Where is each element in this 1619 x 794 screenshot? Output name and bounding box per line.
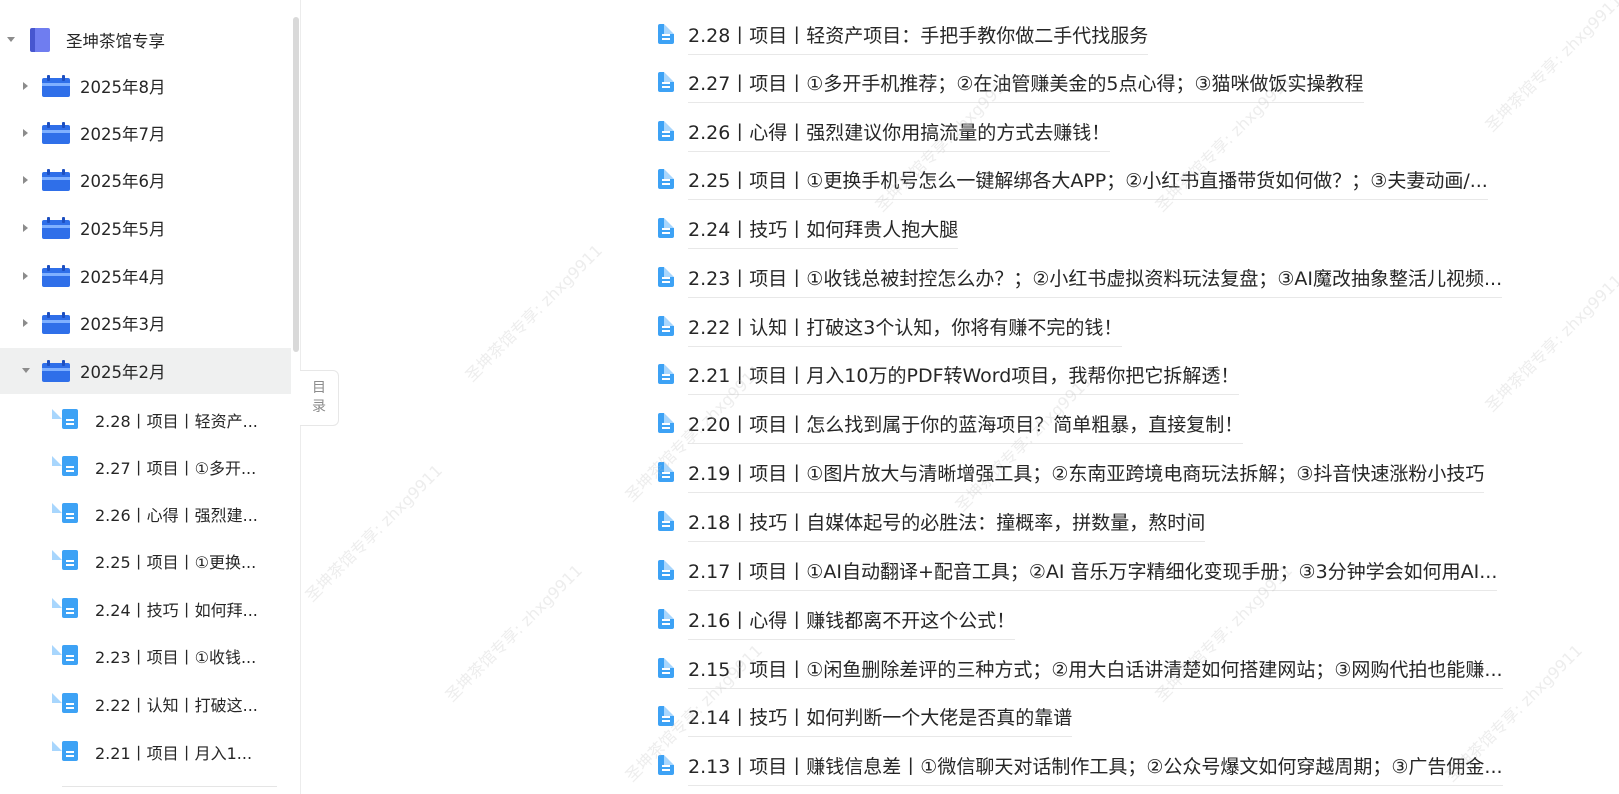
tree-month-label: 2025年4月 xyxy=(80,268,166,287)
tree-root[interactable]: 圣坤茶馆专享 xyxy=(0,17,291,63)
article-title[interactable]: 2.20丨项目丨怎么找到属于你的蓝海项目？简单粗暴，直接复制！ xyxy=(688,410,1244,444)
document-icon xyxy=(658,560,674,580)
article-title[interactable]: 2.15丨项目丨①闲鱼删除差评的三种方式；②用大白话讲清楚如何搭建网站；③网购代… xyxy=(688,655,1503,689)
caret-down-icon[interactable] xyxy=(22,368,30,373)
caret-right-icon[interactable] xyxy=(23,319,28,327)
tree-month-label: 2025年8月 xyxy=(80,78,166,97)
document-icon xyxy=(658,72,674,92)
tree-doc-label: 2.28丨项目丨轻资产... xyxy=(95,412,258,431)
article-title[interactable]: 2.13丨项目丨赚钱信息差丨①微信聊天对话制作工具；②公众号爆文如何穿越周期；③… xyxy=(688,752,1503,786)
tree-month-item[interactable]: 2025年4月 xyxy=(0,253,291,299)
tree-month-item[interactable]: 2025年3月 xyxy=(0,300,291,346)
article-title[interactable]: 2.17丨项目丨①AI自动翻译+配音工具；②AI 音乐万字精细化变现手册；③3分… xyxy=(688,557,1498,591)
divider xyxy=(62,786,277,787)
sidebar-scrollbar[interactable] xyxy=(293,17,299,352)
tree-month-label: 2025年6月 xyxy=(80,172,166,191)
tree-doc-item[interactable]: 2.26丨心得丨强烈建... xyxy=(0,490,291,536)
document-icon xyxy=(658,121,674,141)
caret-down-icon[interactable] xyxy=(7,37,15,42)
document-icon xyxy=(658,316,674,336)
article-title[interactable]: 2.14丨技巧丨如何判断一个大佬是否真的靠谱 xyxy=(688,703,1073,737)
tree-month-label: 2025年5月 xyxy=(80,220,166,239)
article-title[interactable]: 2.26丨心得丨强烈建议你用搞流量的方式去赚钱！ xyxy=(688,118,1111,152)
article-title[interactable]: 2.24丨技巧丨如何拜贵人抱大腿 xyxy=(688,215,959,249)
tree-doc-label: 2.25丨项目丨①更换... xyxy=(95,553,257,572)
tree-doc-label: 2.27丨项目丨①多开... xyxy=(95,459,257,478)
tree-doc-label: 2.24丨技巧丨如何拜... xyxy=(95,601,258,620)
tree-root-label: 圣坤茶馆专享 xyxy=(66,32,165,51)
article-title[interactable]: 2.19丨项目丨①图片放大与清晰增强工具；②东南亚跨境电商玩法拆解；③抖音快速涨… xyxy=(688,459,1485,493)
tree-month-item-selected[interactable]: 2025年2月 xyxy=(0,348,291,394)
tree-doc-item[interactable]: 2.23丨项目丨①收钱... xyxy=(0,632,291,678)
document-icon xyxy=(658,609,674,629)
tree-month-item[interactable]: 2025年5月 xyxy=(0,205,291,251)
caret-right-icon[interactable] xyxy=(23,129,28,137)
tree-doc-label: 2.26丨心得丨强烈建... xyxy=(95,506,258,525)
article-title[interactable]: 2.27丨项目丨①多开手机推荐；②在油管赚美金的5点心得；③猫咪做饭实操教程 xyxy=(688,69,1364,103)
tree-month-item[interactable]: 2025年7月 xyxy=(0,110,291,156)
article-title[interactable]: 2.25丨项目丨①更换手机号怎么一键解绑各大APP；②小红书直播带货如何做？；③… xyxy=(688,166,1488,200)
document-icon xyxy=(658,267,674,287)
document-icon xyxy=(658,462,674,482)
tree-doc-label: 2.22丨认知丨打破这... xyxy=(95,696,258,715)
tree-doc-item[interactable]: 2.25丨项目丨①更换... xyxy=(0,537,291,583)
article-title[interactable]: 2.16丨心得丨赚钱都离不开这个公式！ xyxy=(688,606,1016,640)
tree-doc-label: 2.21丨项目丨月入1... xyxy=(95,744,253,763)
article-title[interactable]: 2.18丨技巧丨自媒体起号的必胜法：撞概率，拼数量，熬时间 xyxy=(688,508,1206,542)
document-icon xyxy=(658,218,674,238)
tree-doc-item[interactable]: 2.21丨项目丨月入1... xyxy=(0,728,291,774)
article-title[interactable]: 2.28丨项目丨轻资产项目：手把手教你做二手代找服务 xyxy=(688,21,1149,55)
article-title[interactable]: 2.22丨认知丨打破这3个认知，你将有赚不完的钱！ xyxy=(688,313,1123,347)
tree-doc-item[interactable]: 2.24丨技巧丨如何拜... xyxy=(0,585,291,631)
tree-doc-label: 2.23丨项目丨①收钱... xyxy=(95,648,257,667)
tree-doc-item[interactable]: 2.28丨项目丨轻资产... xyxy=(0,396,291,442)
tree-doc-item[interactable]: 2.27丨项目丨①多开... xyxy=(0,443,291,489)
document-icon xyxy=(658,364,674,384)
document-icon xyxy=(658,658,674,678)
caret-right-icon[interactable] xyxy=(23,224,28,232)
tree-month-label: 2025年3月 xyxy=(80,315,166,334)
article-title[interactable]: 2.21丨项目丨月入10万的PDF转Word项目，我帮你把它拆解透！ xyxy=(688,361,1240,395)
sidebar-tree: 圣坤茶馆专享 2025年8月 2025年7月 2025年6月 2025年5月 2… xyxy=(0,0,301,794)
document-icon xyxy=(658,413,674,433)
tree-month-label: 2025年2月 xyxy=(80,363,166,382)
tree-month-label: 2025年7月 xyxy=(80,125,166,144)
tree-month-item[interactable]: 2025年6月 xyxy=(0,157,291,203)
caret-right-icon[interactable] xyxy=(23,176,28,184)
document-icon xyxy=(658,755,674,775)
app-window: 圣坤茶馆专享 2025年8月 2025年7月 2025年6月 2025年5月 2… xyxy=(0,0,1619,794)
caret-right-icon[interactable] xyxy=(23,82,28,90)
tree-month-item[interactable]: 2025年8月 xyxy=(0,63,291,109)
document-icon xyxy=(658,24,674,44)
document-icon xyxy=(658,706,674,726)
document-icon xyxy=(658,169,674,189)
article-list: 2.28丨项目丨轻资产项目：手把手教你做二手代找服务 2.27丨项目丨①多开手机… xyxy=(301,0,1619,794)
article-title[interactable]: 2.23丨项目丨①收钱总被封控怎么办？；②小红书虚拟资料玩法复盘；③AI魔改抽象… xyxy=(688,264,1503,298)
tree-doc-item[interactable]: 2.22丨认知丨打破这... xyxy=(0,680,291,726)
document-icon xyxy=(658,511,674,531)
caret-right-icon[interactable] xyxy=(23,272,28,280)
